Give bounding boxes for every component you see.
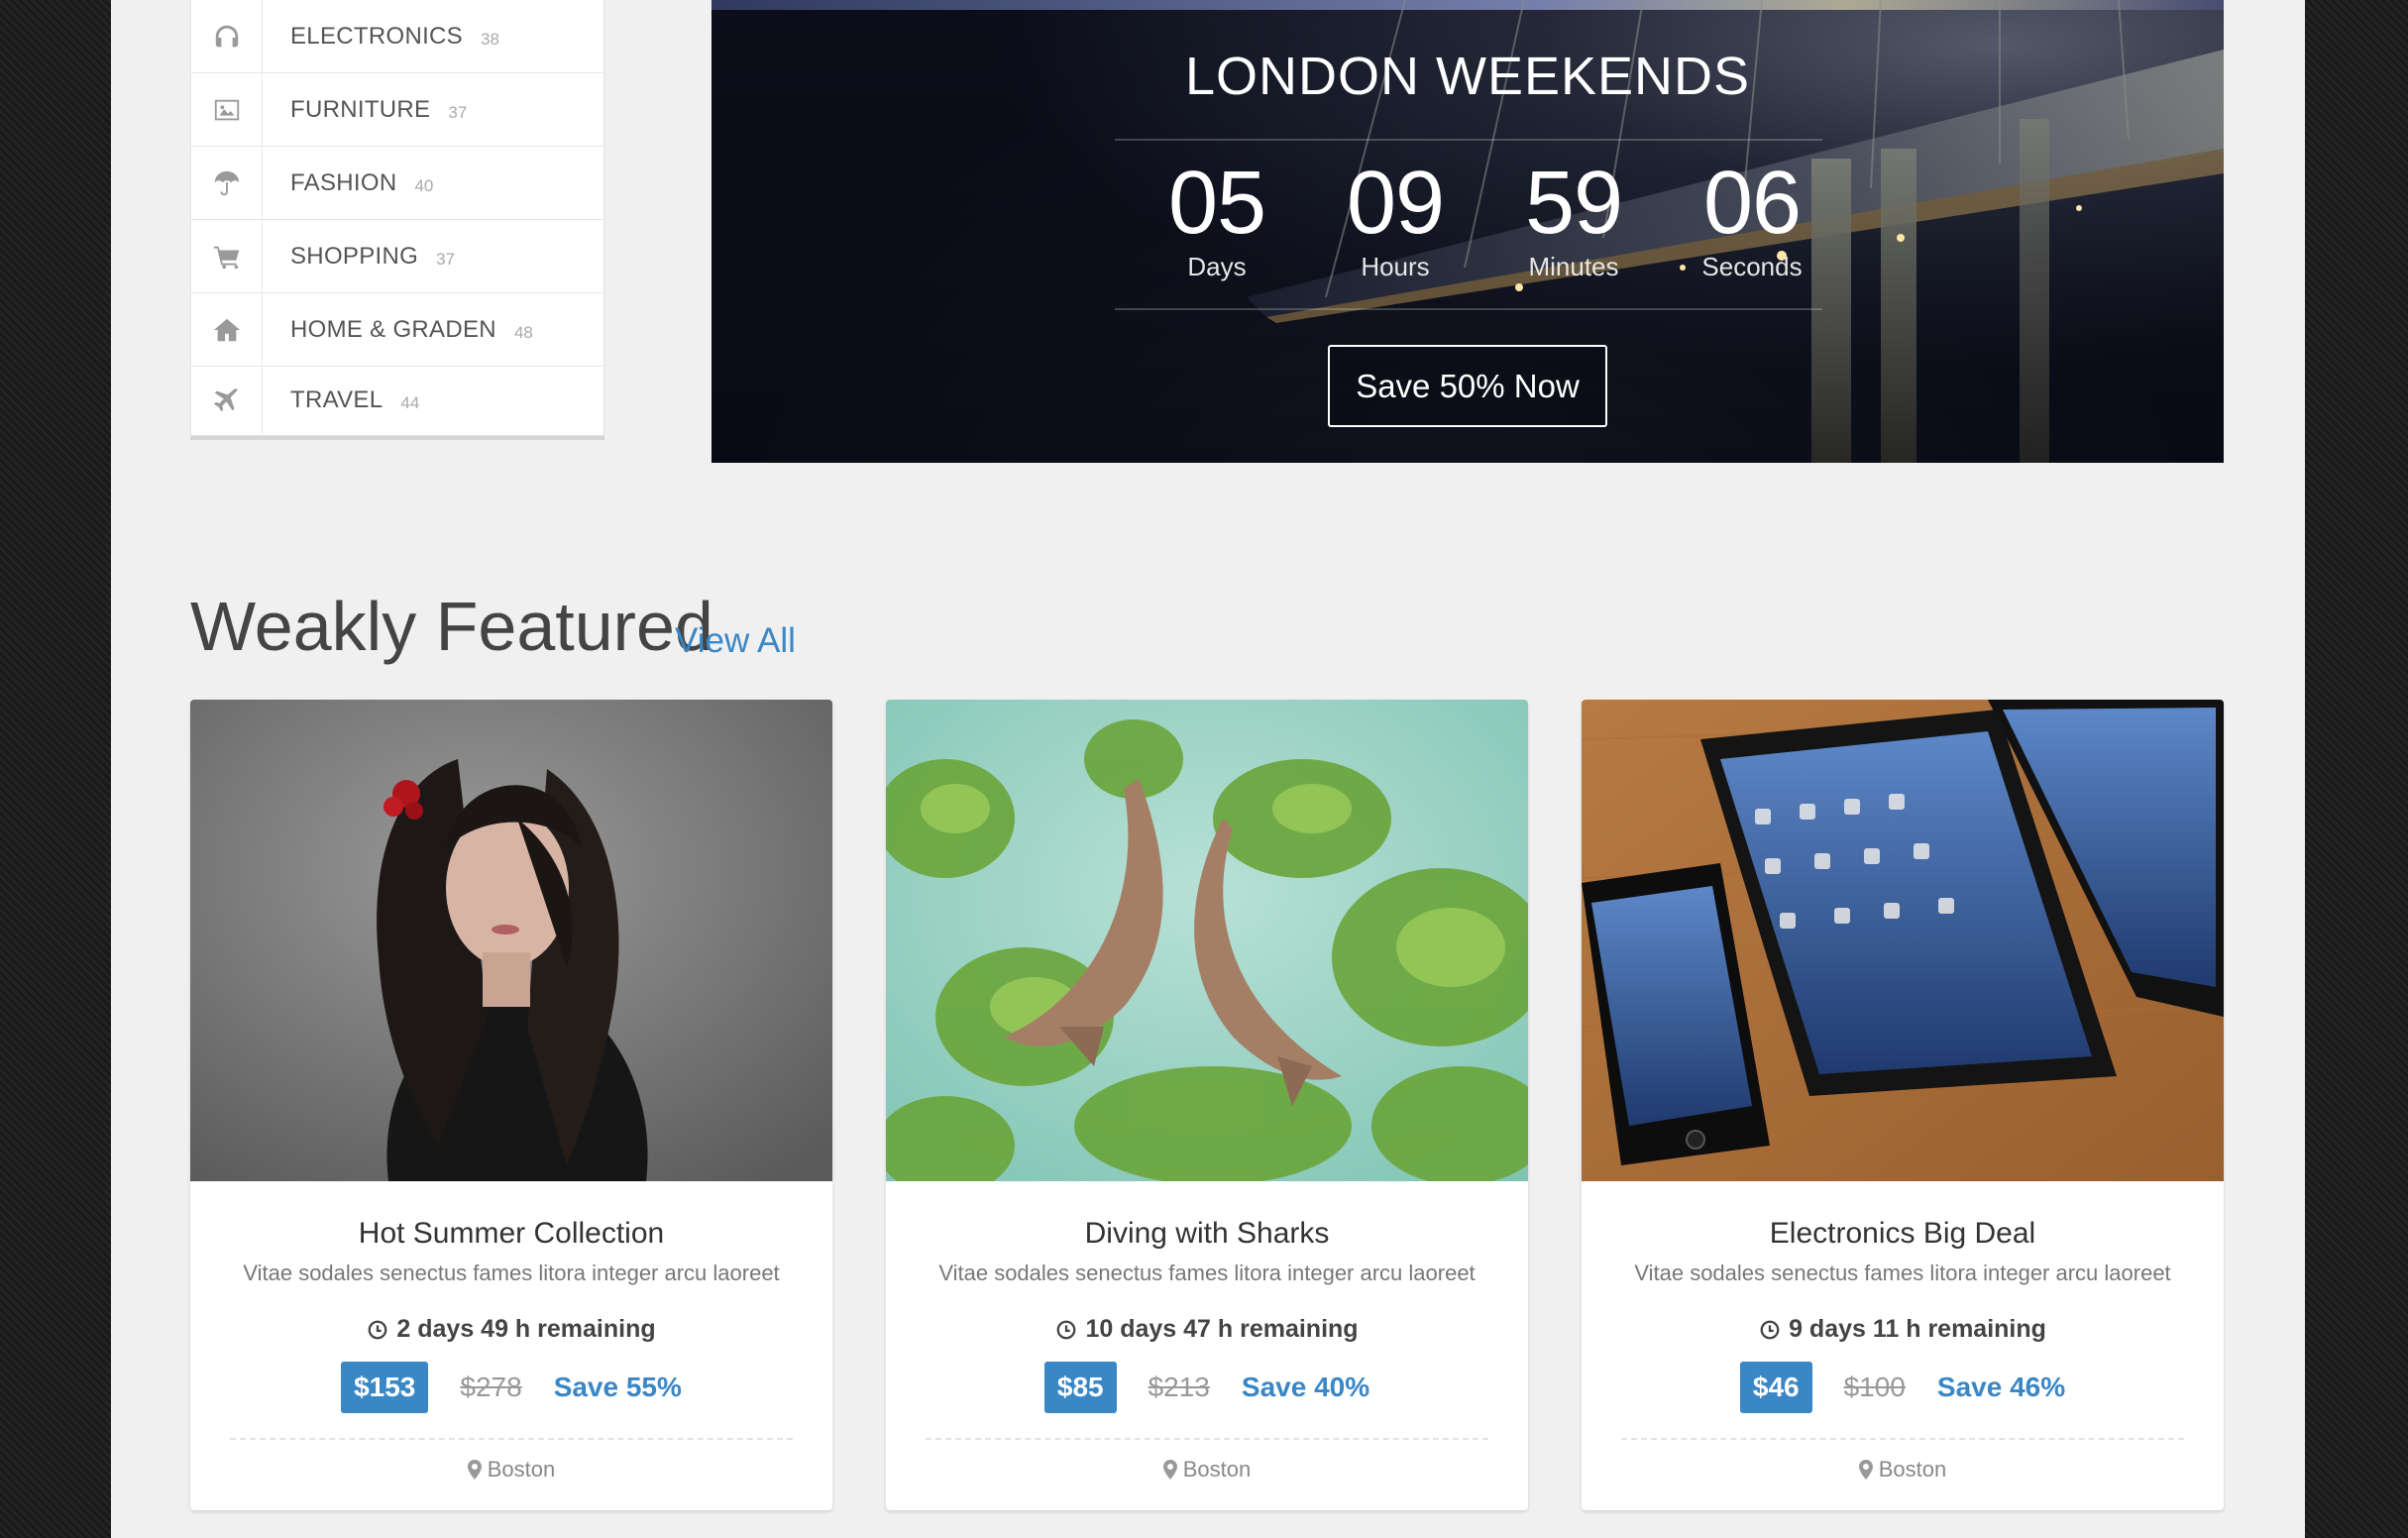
location-text: Boston [487,1457,556,1482]
deal-remaining: 2 days 49 h remaining [190,1315,832,1344]
deal-location: Boston [1582,1457,2224,1483]
category-item-fashion[interactable]: FASHION 40 [191,147,603,220]
deal-card[interactable]: Hot Summer Collection Vitae sodales sene… [190,700,832,1510]
price-row: $85 $213 Save 40% [886,1362,1528,1413]
card-divider [230,1438,793,1440]
headphones-icon [191,0,263,72]
deal-title[interactable]: Diving with Sharks [886,1217,1528,1251]
countdown-value: 59 [1524,154,1623,253]
category-label: ELECTRONICS [290,22,463,50]
deal-description: Vitae sodales senectus fames litora inte… [938,1261,1476,1285]
clock-icon [368,1320,387,1339]
remaining-text: 2 days 49 h remaining [396,1315,656,1343]
category-list: ELECTRONICS 38 FURNITURE 37 FASHION 40 S… [190,0,604,436]
category-count: 38 [481,29,499,49]
countdown-hours: 09 Hours [1306,159,1484,282]
countdown-seconds: 06 Seconds [1663,159,1841,282]
category-count: 37 [436,249,456,269]
countdown-label: Days [1187,252,1247,281]
deal-image-woman-portrait[interactable] [190,700,832,1181]
deal-card[interactable]: Diving with Sharks Vitae sodales senectu… [886,700,1528,1510]
countdown-value: 05 [1167,154,1266,253]
price-row: $153 $278 Save 55% [190,1362,832,1413]
map-marker-icon [1858,1460,1873,1480]
deal-location: Boston [886,1457,1528,1483]
deal-remaining: 9 days 11 h remaining [1582,1315,2224,1344]
original-price: $213 [1148,1372,1210,1402]
deal-remaining: 10 days 47 h remaining [886,1315,1528,1344]
deal-image-ipad-iphone[interactable] [1582,700,2224,1181]
countdown-value: 06 [1702,154,1802,253]
countdown-label: Minutes [1528,252,1619,281]
original-price: $100 [1843,1372,1906,1402]
deal-description: Vitae sodales senectus fames litora inte… [1634,1261,2171,1285]
category-item-travel[interactable]: TRAVEL 44 [191,367,603,434]
hero-divider [1115,139,1822,141]
card-divider [1621,1438,2184,1440]
remaining-text: 10 days 47 h remaining [1085,1315,1359,1343]
deal-price: $85 [1043,1362,1117,1413]
picture-icon [191,73,263,146]
deal-price: $153 [341,1362,429,1413]
category-label: FASHION [290,168,397,196]
location-text: Boston [1878,1457,1947,1482]
hero-title: LONDON WEEKENDS [1184,47,1751,106]
page: ELECTRONICS 38 FURNITURE 37 FASHION 40 S… [111,0,2305,1538]
cart-icon [191,220,263,292]
deal-price: $46 [1739,1362,1812,1413]
category-count: 40 [414,175,434,195]
deal-image-sharks-reef[interactable] [886,700,1528,1181]
category-label: SHOPPING [290,242,419,270]
remaining-text: 9 days 11 h remaining [1789,1315,2046,1343]
original-price: $278 [460,1372,522,1402]
category-label: FURNITURE [290,95,431,123]
category-item-furniture[interactable]: FURNITURE 37 [191,73,603,147]
deal-location: Boston [190,1457,832,1483]
card-divider [926,1438,1488,1440]
deal-title[interactable]: Electronics Big Deal [1582,1217,2224,1251]
category-item-home-garden[interactable]: HOME & GRADEN 48 [191,293,603,367]
deal-description: Vitae sodales senectus fames litora inte… [243,1261,780,1285]
countdown-value: 09 [1346,154,1445,253]
countdown-minutes: 59 Minutes [1484,159,1663,282]
hero-divider [1115,308,1822,310]
category-label: TRAVEL [290,386,383,413]
category-count: 37 [448,102,468,122]
umbrella-icon [191,147,263,219]
deal-title[interactable]: Hot Summer Collection [190,1217,832,1251]
category-count: 48 [513,322,533,342]
countdown-label: Seconds [1701,252,1803,281]
save-percent: Save 55% [553,1372,682,1402]
save-now-button[interactable]: Save 50% Now [1328,345,1607,427]
save-percent: Save 40% [1241,1372,1370,1402]
featured-title: Weakly Featured [190,588,713,665]
countdown-days: 05 Days [1128,159,1306,282]
category-label: HOME & GRADEN [290,315,496,343]
home-icon [191,293,263,366]
countdown-label: Hours [1361,252,1430,281]
map-marker-icon [467,1460,482,1480]
save-percent: Save 46% [1936,1372,2066,1402]
deal-card[interactable]: Electronics Big Deal Vitae sodales senec… [1582,700,2224,1510]
location-text: Boston [1182,1457,1252,1482]
category-count: 44 [400,393,420,412]
map-marker-icon [1162,1460,1177,1480]
clock-icon [1057,1320,1076,1339]
price-row: $46 $100 Save 46% [1582,1362,2224,1413]
category-item-shopping[interactable]: SHOPPING 37 [191,220,603,293]
clock-icon [1760,1320,1780,1339]
category-item-electronics[interactable]: ELECTRONICS 38 [191,0,603,73]
plane-icon [191,367,263,434]
hero-banner: LONDON WEEKENDS 05 Days 09 Hours 59 Minu… [711,0,2224,463]
view-all-link[interactable]: View All [675,621,796,661]
